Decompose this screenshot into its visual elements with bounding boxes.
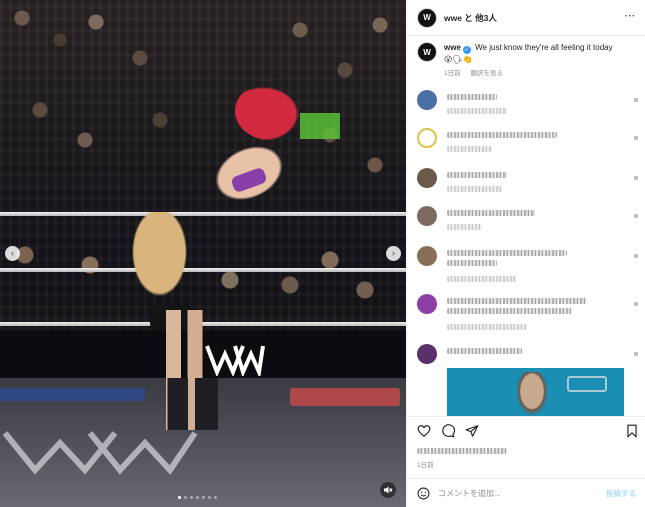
post-side-panel: W wwe と 他3人 ⋯ W wwe ✓ We just know they'r… — [406, 0, 645, 507]
comment-like-icon[interactable] — [634, 302, 638, 306]
post-caption: W wwe ✓ We just know they're all feeling … — [417, 42, 637, 80]
list-item — [417, 206, 642, 246]
comment-text-obscured — [447, 298, 587, 304]
comment-composer: 投稿する — [407, 478, 645, 507]
post-media[interactable]: ‹ › — [0, 0, 406, 507]
carousel-dot — [202, 496, 205, 499]
comment-text-obscured — [447, 132, 557, 138]
commenter-avatar[interactable] — [417, 294, 437, 314]
thumbnail-face — [513, 372, 551, 416]
wrestler-boots — [164, 378, 224, 430]
thumbnail-text — [567, 376, 607, 392]
commenter-avatar[interactable] — [417, 168, 437, 188]
ring-rope-middle — [0, 268, 406, 272]
verified-badge-icon: ✓ — [462, 46, 471, 54]
commenter-avatar[interactable] — [417, 206, 437, 226]
comment-text-obscured — [447, 308, 572, 314]
post-actions: 1日前 — [407, 416, 645, 469]
comment-text-obscured — [447, 250, 567, 256]
likes-summary-obscured[interactable] — [417, 448, 507, 454]
commenter-avatar[interactable] — [417, 90, 437, 110]
mat-sponsor-right — [290, 388, 400, 406]
post-comment-button[interactable]: 投稿する — [606, 488, 636, 499]
bookmark-icon[interactable] — [625, 424, 639, 438]
crowd-sign — [300, 113, 340, 139]
commenter-avatar[interactable] — [417, 246, 437, 266]
caption-username[interactable]: wwe — [444, 43, 461, 52]
post-header: W wwe と 他3人 ⋯ — [407, 0, 645, 36]
carousel-indicator — [178, 496, 217, 499]
carousel-dot — [190, 496, 193, 499]
comment-meta-obscured — [447, 276, 517, 282]
carousel-dot — [178, 496, 181, 499]
mute-button[interactable] — [380, 482, 396, 498]
comment-icon[interactable] — [441, 424, 455, 438]
carousel-prev-button[interactable]: ‹ — [5, 246, 20, 261]
list-item — [417, 90, 642, 130]
list-item — [417, 168, 642, 208]
carousel-dot — [214, 496, 217, 499]
more-options-icon[interactable]: ⋯ — [624, 9, 636, 22]
chevron-right-icon: › — [392, 248, 395, 258]
comment-meta-obscured — [447, 224, 482, 230]
comment-meta-obscured — [447, 324, 527, 330]
list-item — [417, 294, 642, 344]
wrestler-blonde-hair — [122, 212, 197, 312]
comments-list[interactable] — [407, 88, 645, 416]
comment-like-icon[interactable] — [634, 254, 638, 258]
comment-like-icon[interactable] — [634, 98, 638, 102]
commenter-avatar[interactable] — [417, 128, 437, 148]
wwe-apron-logo — [205, 345, 265, 376]
chevron-left-icon: ‹ — [11, 248, 14, 258]
carousel-dot — [208, 496, 211, 499]
list-item — [417, 128, 642, 168]
avatar[interactable]: W — [417, 7, 437, 28]
translate-link[interactable]: 翻訳を見る — [470, 70, 503, 77]
comment-meta-obscured — [447, 186, 502, 192]
list-item — [417, 246, 642, 294]
comment-like-icon[interactable] — [634, 176, 638, 180]
comment-like-icon[interactable] — [634, 136, 638, 140]
share-icon[interactable] — [465, 424, 479, 438]
comment-meta-obscured — [447, 108, 507, 114]
caption-avatar[interactable]: W — [417, 42, 437, 62]
comment-text-obscured — [447, 94, 497, 100]
comment-text-obscured — [447, 210, 535, 216]
heart-icon[interactable] — [417, 424, 431, 438]
caption-emojis: 😮🗣👏 — [444, 55, 473, 64]
caption-time[interactable]: 1日前 — [444, 70, 461, 77]
carousel-dot — [184, 496, 187, 499]
comment-text-obscured — [447, 172, 507, 178]
post-time[interactable]: 1日前 — [417, 459, 637, 469]
comment-input[interactable] — [438, 488, 606, 498]
comment-text-obscured — [447, 348, 522, 354]
post-author-title[interactable]: wwe と 他3人 — [444, 12, 497, 24]
carousel-dot — [196, 496, 199, 499]
caption-text: We just know they're all feeling it toda… — [475, 43, 613, 52]
comment-media-thumbnail[interactable] — [447, 368, 624, 416]
mat-sponsor-left — [0, 388, 145, 401]
commenter-avatar[interactable] — [417, 344, 437, 364]
carousel-next-button[interactable]: › — [386, 246, 401, 261]
speaker-muted-icon — [384, 486, 393, 494]
comment-like-icon[interactable] — [634, 352, 638, 356]
smiley-icon[interactable] — [417, 487, 430, 500]
comment-like-icon[interactable] — [634, 214, 638, 218]
wwe-mat-logo — [2, 431, 198, 475]
ring-rope-top — [0, 212, 406, 216]
comment-meta-obscured — [447, 146, 492, 152]
comment-text-obscured — [447, 260, 497, 266]
